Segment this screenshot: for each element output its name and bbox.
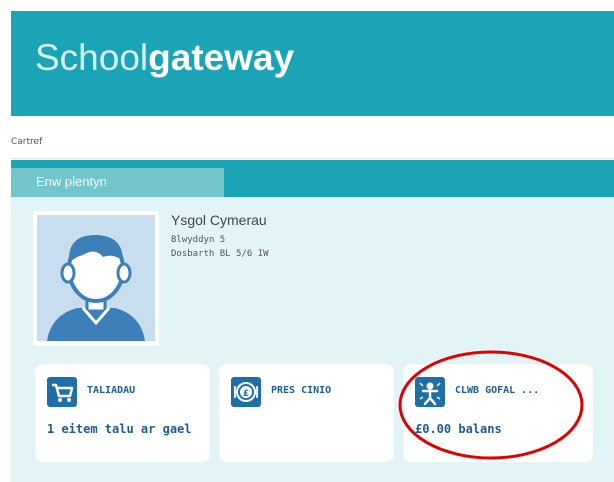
breadcrumb-home[interactable]: Cartref [11, 137, 42, 147]
shopping-cart-icon [47, 377, 77, 407]
school-name: Ysgol Cymerau [171, 212, 267, 228]
year-group: Blwyddyn 5 [171, 235, 226, 245]
pound-coin-plate-icon: £ [231, 377, 261, 407]
schoolgateway-logo[interactable]: Schoolgateway [35, 37, 294, 79]
app-header: Schoolgateway [11, 11, 614, 116]
highlight-circle [398, 350, 584, 460]
tab-child-name[interactable]: Enw plentyn [11, 168, 224, 197]
lunch-money-card[interactable]: £ PRES CINIO [219, 364, 394, 462]
card-value: 1 eitem talu ar gael [47, 422, 192, 436]
class-name: Dosbarth BL 5/6 IW [171, 249, 269, 259]
card-title: PRES CINIO [271, 385, 332, 396]
svg-text:£: £ [243, 389, 249, 399]
child-avatar-icon [37, 215, 155, 341]
card-title: TALIADAU [87, 385, 136, 396]
avatar [37, 215, 155, 341]
payments-card[interactable]: TALIADAU 1 eitem talu ar gael [35, 364, 210, 462]
divider [11, 158, 614, 159]
